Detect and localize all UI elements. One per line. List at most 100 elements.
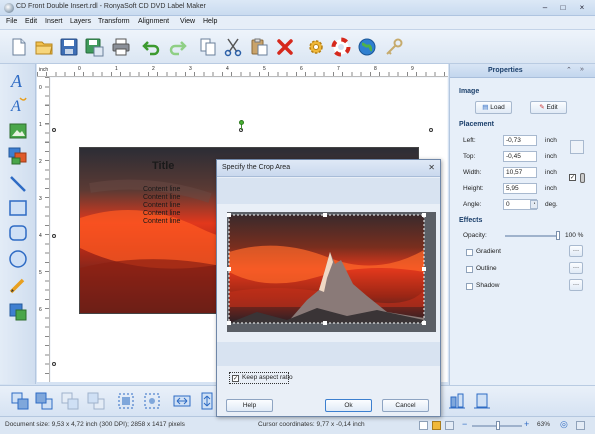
menu-file[interactable]: File [6,18,17,25]
panel-scroll-icon[interactable]: » [580,66,584,73]
ok-button[interactable]: Ok [325,399,372,412]
shadow-settings-button[interactable]: … [569,279,583,291]
crop-preview-frame[interactable] [227,212,436,332]
menu-edit[interactable]: Edit [25,18,37,25]
zoom-in-icon[interactable]: + [524,419,529,429]
menu-bar: File Edit Insert Layers Transform Alignm… [0,16,595,30]
menu-insert[interactable]: Insert [45,18,63,25]
print-icon[interactable] [111,37,131,57]
copy-icon[interactable] [198,37,218,57]
redo-icon[interactable] [167,37,187,57]
send-backward-icon[interactable] [86,391,106,411]
rectangle-tool-icon[interactable] [8,198,28,218]
outline-checkbox[interactable] [466,266,473,273]
gradient-checkbox[interactable] [466,249,473,256]
cover-content-line: Content line [143,186,181,193]
lock-proportions-icon[interactable] [580,173,585,183]
gradient-label: Gradient [476,248,501,255]
fit-to-page-icon[interactable] [570,140,584,154]
top-field[interactable]: -0,45 [503,151,537,162]
fit-view-icon[interactable] [445,421,454,430]
bring-to-front-icon[interactable] [10,391,30,411]
selection-handle[interactable] [52,128,56,132]
gradient-settings-button[interactable]: … [569,245,583,257]
edit-icon: ✎ [539,104,545,111]
bring-forward-icon[interactable] [60,391,80,411]
load-icon: ▤ [482,104,489,111]
cover-content-block[interactable]: Content line Content line Content line C… [143,186,180,226]
text-tool-icon[interactable]: A [8,70,28,91]
align-bottom-icon[interactable] [447,391,467,411]
flip-horizontal-icon[interactable] [172,391,192,411]
selection-handle[interactable] [429,128,433,132]
selection-handle[interactable] [52,234,56,238]
paste-icon[interactable] [249,37,269,57]
pencil-tool-icon[interactable] [8,275,28,295]
help-lifebuoy-icon[interactable] [331,37,351,57]
opacity-label: Opacity: [463,232,487,239]
width-unit: inch [545,169,557,176]
autofill-tool-icon[interactable] [8,302,28,322]
cover-content-line: Content line [143,202,181,209]
actual-size-icon[interactable] [576,421,585,430]
opacity-slider[interactable] [505,235,560,237]
web-globe-icon[interactable] [357,37,377,57]
rounded-rectangle-tool-icon[interactable] [8,223,28,243]
keep-aspect-ratio-checkbox[interactable]: ✓ [232,375,239,382]
opacity-slider-thumb[interactable] [556,231,560,240]
grid-view-icon[interactable] [432,421,441,430]
delete-icon[interactable] [275,37,295,57]
minimize-button[interactable]: – [538,2,552,13]
width-field[interactable]: 10,57 [503,167,537,178]
line-tool-icon[interactable] [8,174,28,194]
cover-title[interactable]: Title [152,160,174,172]
save-as-icon[interactable] [84,37,104,57]
menu-help[interactable]: Help [203,18,217,25]
undo-icon[interactable] [142,37,162,57]
align-left-icon[interactable] [116,391,136,411]
image-section-title: Image [459,88,480,95]
drawing-tools-panel: A A [0,64,36,384]
collage-tool-icon[interactable] [8,146,28,166]
outline-settings-button[interactable]: … [569,262,583,274]
ruler-mark: 2 [39,159,42,165]
height-field[interactable]: 5,95 [503,183,537,194]
zoom-fit-icon[interactable]: ◎ [560,419,568,430]
edit-image-button[interactable]: ✎ Edit [530,101,567,114]
cancel-button[interactable]: Cancel [382,399,429,412]
menu-layers[interactable]: Layers [70,18,91,25]
zoom-slider-thumb[interactable] [496,421,500,430]
page-view-icon[interactable] [419,421,428,430]
load-image-button[interactable]: ▤ Load [475,101,512,114]
collapse-chevron-icon[interactable]: ⌃ [566,66,572,74]
menu-transform[interactable]: Transform [98,18,130,25]
rotation-handle[interactable] [239,120,244,125]
cut-icon[interactable] [223,37,243,57]
distribute-icon[interactable] [472,391,492,411]
save-icon[interactable] [59,37,79,57]
left-field[interactable]: -0,73 [503,135,537,146]
shadow-checkbox[interactable] [466,283,473,290]
register-key-icon[interactable] [384,37,404,57]
maximize-button[interactable]: □ [556,2,570,13]
keep-proportions-checkbox[interactable]: ✓ [569,174,576,181]
send-to-back-icon[interactable] [34,391,54,411]
selection-handle[interactable] [52,362,56,366]
ellipse-tool-icon[interactable] [8,249,28,269]
new-icon[interactable] [9,37,29,57]
menu-alignment[interactable]: Alignment [138,18,169,25]
close-window-button[interactable]: × [574,2,590,13]
open-folder-icon[interactable] [34,37,54,57]
menu-view[interactable]: View [180,18,195,25]
flip-vertical-icon[interactable] [197,391,217,411]
align-center-icon[interactable] [142,391,162,411]
curved-text-tool-icon[interactable]: A [8,95,28,115]
dialog-close-icon[interactable]: ✕ [428,163,435,172]
angle-dial-icon[interactable]: ◔ [530,200,538,209]
keep-aspect-ratio-option[interactable]: ✓ Keep aspect ratio [229,372,293,384]
zoom-out-icon[interactable]: − [462,419,467,429]
image-tool-icon[interactable] [8,121,28,141]
angle-label: Angle: [463,201,482,208]
help-button[interactable]: Help [226,399,273,412]
settings-gear-icon[interactable] [306,37,326,57]
